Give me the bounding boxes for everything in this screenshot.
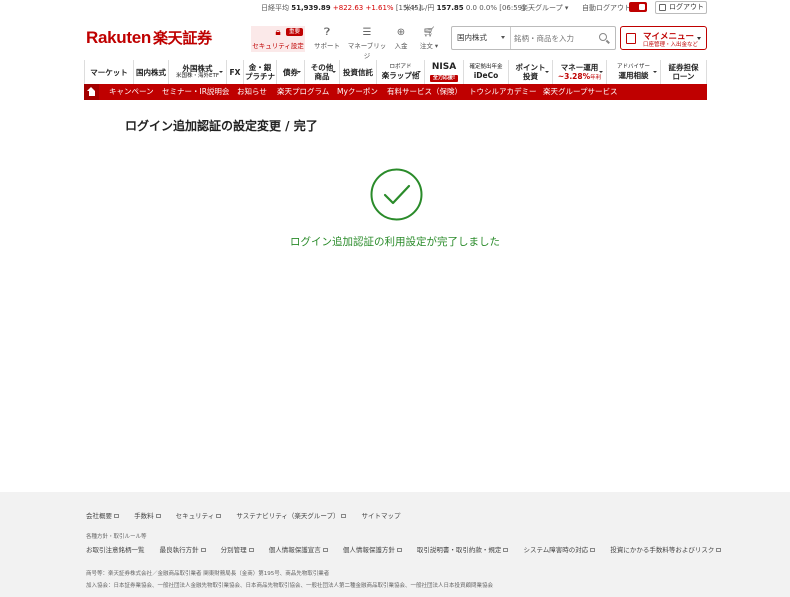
external-link-icon	[322, 548, 328, 552]
chevron-down-icon	[653, 71, 657, 73]
chevron-down-icon	[545, 71, 549, 73]
nav-gold-silver[interactable]: 金・銀 プラチナ	[244, 60, 277, 84]
footer-link-best-execution[interactable]: 最良執行方針	[160, 546, 206, 554]
red-nav-bar: キャンペーン セミナー・IR説明会 お知らせ 楽天プログラム Myクーポン 有料…	[84, 84, 707, 100]
nav-investment-trusts[interactable]: 投資信託	[340, 60, 377, 84]
my-menu-sub: 口座管理・入出金など	[643, 42, 699, 48]
search-input[interactable]	[514, 30, 594, 46]
auto-logout-label: 自動ログアウト	[582, 4, 631, 12]
nav-market[interactable]: マーケット	[85, 60, 134, 84]
footer-policies-heading: 各種方針・取引ルール等	[86, 534, 147, 540]
chevron-down-icon	[501, 36, 505, 39]
usdjpy-ticker: 米ドル/円 157.85 0.0 0.0% [06:59]	[404, 4, 525, 12]
nav-advisor[interactable]: アドバイザー 運用相談	[607, 60, 661, 84]
footer-link-terms[interactable]: 取引説明書・取引約款・規定	[417, 546, 509, 554]
search-category-select[interactable]: 国内株式	[452, 27, 511, 49]
support-label: サポート	[314, 42, 340, 50]
product-nav: マーケット 国内株式 外国株式 米国株・海外ETF FX 金・銀 プラチナ 債券 そ…	[84, 60, 707, 84]
red-nav-toushiru-academy[interactable]: トウシルアカデミー	[469, 84, 537, 100]
security-settings-label: セキュリティ設定	[252, 42, 304, 50]
chevron-down-icon	[697, 37, 701, 40]
external-link-icon	[341, 514, 347, 518]
external-link-icon	[248, 548, 254, 552]
cart-icon: 🛒︎	[422, 27, 436, 38]
logout-icon	[659, 4, 666, 11]
nav-foreign-stocks[interactable]: 外国株式 米国株・海外ETF	[169, 60, 227, 84]
completion-message: ログイン追加認証の利用設定が完了しました	[290, 236, 500, 248]
nav-domestic-stocks[interactable]: 国内株式	[134, 60, 169, 84]
page-title: ログイン追加認証の設定変更 / 完了	[125, 119, 318, 133]
red-nav-paid-services[interactable]: 有料サービス（保険）	[387, 84, 462, 100]
footer-link-privacy-policy[interactable]: 個人情報保護方針	[343, 546, 402, 554]
footer: 会社概要 手数料 セキュリティ サステナビリティ（楽天グループ） サイトマップ …	[0, 492, 790, 597]
chevron-down-icon	[599, 71, 603, 73]
home-icon[interactable]	[84, 84, 99, 100]
deposit-label: 入金	[394, 42, 408, 50]
security-settings-button[interactable]: 重要 🔒︎ セキュリティ設定	[251, 26, 305, 52]
external-link-icon	[716, 548, 722, 552]
nav-point-investment[interactable]: ポイント 投資	[509, 60, 553, 84]
red-nav-seminar[interactable]: セミナー・IR説明会	[162, 84, 229, 100]
nav-robo-advisor[interactable]: ロボアド 楽ラップ他	[377, 60, 425, 84]
nav-fx[interactable]: FX	[227, 60, 244, 84]
red-nav-campaign[interactable]: キャンペーン	[109, 84, 154, 100]
support-button[interactable]: ❓︎ サポート	[305, 26, 349, 52]
support-chat-icon: ❓︎	[323, 27, 330, 38]
account-icon	[626, 33, 636, 44]
footer-link-fees-risks[interactable]: 投資にかかる手数料等およびリスク	[610, 546, 722, 554]
order-label: 注文 ▾	[419, 42, 439, 50]
footer-link-caution-stocks[interactable]: お取引注意銘柄一覧	[86, 546, 145, 554]
footer-link-system-failure[interactable]: システム障害時の対応	[523, 546, 596, 554]
logout-button[interactable]: ログアウト	[655, 1, 707, 14]
rakuten-logo[interactable]: Rakuten 楽天証券	[86, 27, 212, 48]
external-link-icon	[155, 514, 161, 518]
footer-associations: 加入協会：日本証券業協会、一般社団法人金融先物取引業協会、日本商品先物取引協会、…	[86, 583, 494, 589]
logo-jp: 楽天証券	[152, 30, 212, 47]
red-nav-group-services[interactable]: 楽天グループサービス	[543, 84, 618, 100]
success-check-icon	[370, 168, 423, 221]
logout-label: ログアウト	[669, 3, 704, 11]
order-button[interactable]: 🛒︎ 注文 ▾	[407, 26, 451, 52]
external-link-icon	[200, 548, 206, 552]
red-nav-rakuten-program[interactable]: 楽天プログラム	[277, 84, 329, 100]
footer-links-row2: お取引注意銘柄一覧 最良執行方針 分別管理 個人情報保護宣言 個人情報保護方針 …	[86, 544, 734, 554]
nav-other-products[interactable]: その他 商品	[305, 60, 340, 84]
footer-link-segregation[interactable]: 分別管理	[221, 546, 254, 554]
my-menu-button[interactable]: マイメニュー 口座管理・入出金など	[620, 26, 707, 50]
nikkei-ticker: 日経平均 51,939.89 +822.63 +1.61% [15:45]	[261, 4, 422, 12]
external-link-icon	[503, 548, 509, 552]
external-link-icon	[590, 548, 596, 552]
chevron-down-icon	[417, 71, 421, 73]
external-link-icon	[114, 514, 119, 518]
red-nav-news[interactable]: お知らせ	[237, 84, 267, 100]
search-icon[interactable]	[599, 33, 607, 41]
nav-money-management[interactable]: マネー運用 ~3.28%年利	[553, 60, 607, 84]
footer-link-company[interactable]: 会社概要	[86, 512, 119, 520]
footer-registration: 商号等：楽天証券株式会社／金融商品取引業者 関東財務局長（金商）第195号、商品…	[86, 571, 330, 577]
external-link-icon	[396, 548, 402, 552]
external-link-icon	[216, 514, 222, 518]
important-badge: 重要	[285, 28, 303, 36]
footer-link-security[interactable]: セキュリティ	[176, 512, 222, 520]
chevron-down-icon	[332, 71, 336, 73]
nav-ideco[interactable]: 確定拠出年金 iDeCo	[464, 60, 509, 84]
footer-link-fees[interactable]: 手数料	[134, 512, 161, 520]
group-menu[interactable]: 楽天グループ ▾	[521, 3, 568, 13]
chevron-down-icon	[219, 71, 223, 73]
footer-links-row1: 会社概要 手数料 セキュリティ サステナビリティ（楽天グループ） サイトマップ	[86, 510, 414, 520]
chevron-down-icon	[297, 71, 301, 73]
search-box: 国内株式	[451, 26, 616, 50]
footer-link-sitemap[interactable]: サイトマップ	[362, 512, 401, 520]
logo-latin: Rakuten	[86, 28, 151, 47]
nav-securities-loan[interactable]: 証券担保 ローン	[661, 60, 707, 84]
nav-nisa[interactable]: NISA 全力応援!	[425, 60, 464, 84]
footer-link-privacy-declaration[interactable]: 個人情報保護宣言	[269, 546, 328, 554]
footer-link-sustainability[interactable]: サステナビリティ（楽天グループ）	[236, 512, 347, 520]
auto-logout-toggle[interactable]	[629, 2, 647, 12]
red-nav-my-coupon[interactable]: Myクーポン	[337, 84, 378, 100]
nav-bonds[interactable]: 債券	[277, 60, 305, 84]
